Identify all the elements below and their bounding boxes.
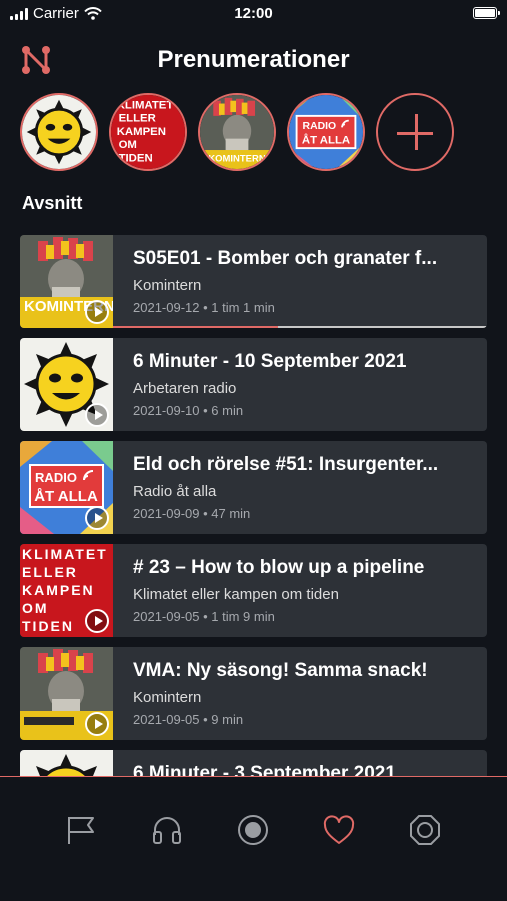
status-bar: Carrier 12:00 <box>0 0 507 28</box>
battery-icon <box>473 7 500 19</box>
tab-bar <box>0 776 507 901</box>
episode-show: Klimatet eller kampen om tiden <box>133 586 339 603</box>
svg-text:RADIO: RADIO <box>303 121 337 132</box>
settings-icon <box>410 815 440 845</box>
episode-title: VMA: Ny säsong! Samma snack! <box>133 660 428 681</box>
episode-art <box>20 647 113 740</box>
episode-title: # 23 – How to blow up a pipeline <box>133 557 425 578</box>
svg-text:ÅT ALLA: ÅT ALLA <box>34 488 98 505</box>
episode-meta: 2021-09-05 • 9 min <box>133 712 244 727</box>
klimatet-text-art: KLIMATET ELLER KAMPEN OM TIDEN <box>111 95 185 169</box>
episode-art: RADIO ÅT ALLA <box>20 441 113 534</box>
episode-item[interactable]: 6 Minuter - 3 September 2021 <box>20 750 487 776</box>
episode-show: Radio åt alla <box>133 483 217 500</box>
tab-settings[interactable] <box>408 813 442 847</box>
episode-meta: 2021-09-10 • 6 min <box>133 403 244 418</box>
svg-text:KAMPEN: KAMPEN <box>22 582 95 598</box>
play-icon[interactable] <box>85 403 109 427</box>
svg-text:KOMINTERN: KOMINTERN <box>208 153 265 164</box>
sun-face-art <box>22 95 96 169</box>
radio-at-alla-art: RADIO ÅT ALLA <box>289 95 363 169</box>
svg-text:RADIO: RADIO <box>35 470 77 485</box>
add-subscription-button[interactable] <box>376 93 454 171</box>
play-icon[interactable] <box>85 300 109 324</box>
svg-text:KLIMATET: KLIMATET <box>22 546 108 562</box>
svg-text:ELLER: ELLER <box>119 113 156 125</box>
subscription-radio-at-alla[interactable]: RADIO ÅT ALLA <box>287 93 365 171</box>
heart-icon <box>323 815 355 844</box>
episode-progress-fill <box>113 326 278 328</box>
tab-listen[interactable] <box>150 813 184 847</box>
episode-show: Komintern <box>133 689 202 706</box>
episode-meta: 2021-09-05 • 1 tim 9 min <box>133 609 275 624</box>
section-title: Avsnitt <box>22 193 83 213</box>
svg-text:OM: OM <box>119 139 137 151</box>
episode-item[interactable]: 6 Minuter - 10 September 2021 Arbetaren … <box>20 338 487 431</box>
status-time: 12:00 <box>234 5 273 22</box>
record-icon <box>238 815 268 845</box>
subscription-arbetaren-radio[interactable] <box>20 93 98 171</box>
sun-face-art <box>20 750 113 776</box>
episode-title: 6 Minuter - 3 September 2021 <box>133 763 396 776</box>
flag-icon <box>68 817 94 844</box>
episode-title: S05E01 - Bomber och granater f... <box>133 248 438 269</box>
episode-title: Eld och rörelse #51: Insurgenter... <box>133 454 439 475</box>
page-title: Prenumerationer <box>157 46 350 73</box>
svg-text:KLIMATET: KLIMATET <box>117 99 174 111</box>
episode-item[interactable]: KLIMATET ELLER KAMPEN OM TIDEN # 23 – Ho… <box>20 544 487 637</box>
svg-text:ELLER: ELLER <box>22 564 78 580</box>
subscription-klimatet[interactable]: KLIMATET ELLER KAMPEN OM TIDEN <box>109 93 187 171</box>
episode-show: Komintern <box>133 277 202 294</box>
episode-art <box>20 338 113 431</box>
episode-list[interactable]: KOMINTERN S05E01 - Bomber och granater f… <box>0 233 507 776</box>
tab-discover[interactable] <box>64 813 98 847</box>
subscriptions-row: KLIMATET ELLER KAMPEN OM TIDEN KOMINTERN <box>20 93 454 171</box>
episode-item[interactable]: KOMINTERN S05E01 - Bomber och granater f… <box>20 235 487 328</box>
episode-art: KOMINTERN <box>20 235 113 328</box>
header: Prenumerationer <box>0 36 507 84</box>
tab-record[interactable] <box>236 813 270 847</box>
headphones-icon <box>153 817 181 844</box>
svg-text:TIDEN: TIDEN <box>22 618 74 634</box>
play-icon[interactable] <box>85 712 109 736</box>
episode-title: 6 Minuter - 10 September 2021 <box>133 351 407 372</box>
episode-art <box>20 750 113 776</box>
komintern-art: KOMINTERN <box>200 95 274 169</box>
episode-item[interactable]: RADIO ÅT ALLA Eld och rörelse #51: Insur… <box>20 441 487 534</box>
episode-progress <box>113 326 487 328</box>
svg-text:OM: OM <box>22 600 49 616</box>
episode-show: Arbetaren radio <box>133 380 237 397</box>
episode-art: KLIMATET ELLER KAMPEN OM TIDEN <box>20 544 113 637</box>
episode-meta: 2021-09-09 • 47 min <box>133 506 251 521</box>
subscription-komintern[interactable]: KOMINTERN <box>198 93 276 171</box>
episode-meta: 2021-09-12 • 1 tim 1 min <box>133 300 275 315</box>
svg-text:TIDEN: TIDEN <box>119 152 153 164</box>
play-icon[interactable] <box>85 609 109 633</box>
svg-text:KAMPEN: KAMPEN <box>117 126 166 138</box>
play-icon[interactable] <box>85 506 109 530</box>
svg-text:ÅT ALLA: ÅT ALLA <box>302 133 350 146</box>
episode-item[interactable]: VMA: Ny säsong! Samma snack! Komintern 2… <box>20 647 487 740</box>
tab-subscriptions[interactable] <box>322 813 356 847</box>
